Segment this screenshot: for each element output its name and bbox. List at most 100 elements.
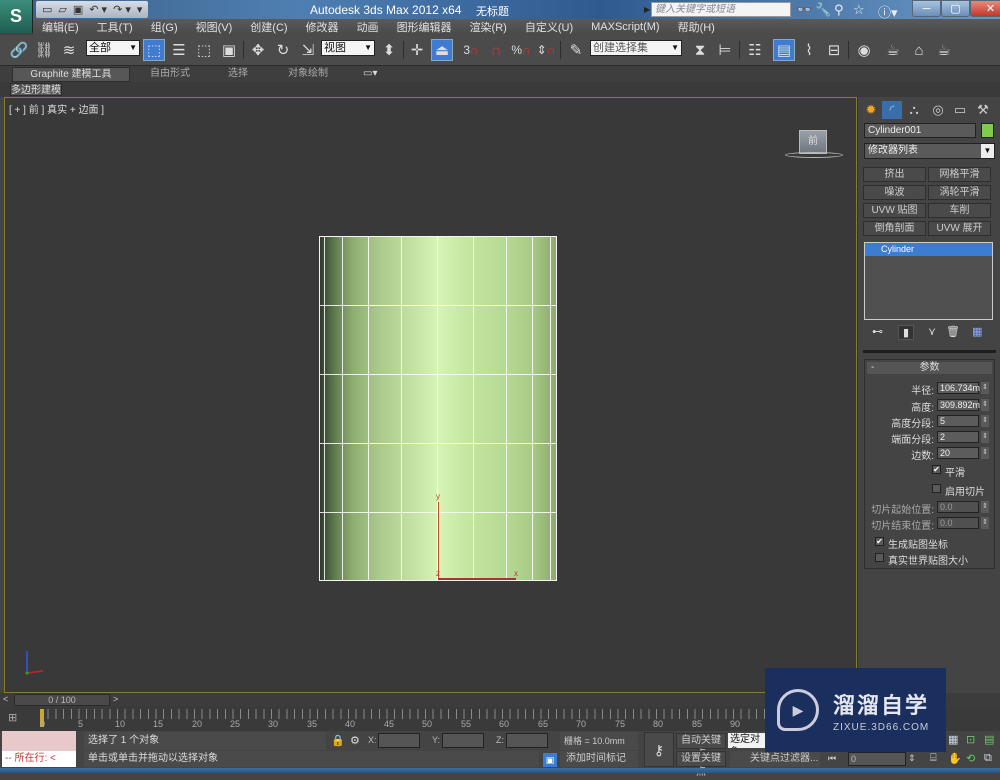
menu-rendering[interactable]: 渲染(R) xyxy=(470,19,507,35)
viewport-front[interactable]: [ + ] 前 ] 真实 + 边面 ] 前 y x z xyxy=(4,97,857,693)
render-production-icon[interactable]: ☕ xyxy=(933,39,955,61)
motion-tab-icon[interactable]: ◎ xyxy=(928,101,948,119)
reference-coordinate-dropdown[interactable]: 视图 ▼ xyxy=(321,40,375,56)
set-key-button[interactable]: 设置关键点 xyxy=(676,751,726,778)
x-coord-input[interactable] xyxy=(378,733,420,748)
create-tab-icon[interactable]: ✹ xyxy=(861,101,881,119)
link-icon[interactable]: 🔗 xyxy=(8,39,30,61)
mirror-icon[interactable]: ⧗ xyxy=(689,39,711,61)
open-file-icon[interactable]: ▱ xyxy=(58,3,66,16)
modifier-extrude-button[interactable]: 挤出 xyxy=(863,167,926,182)
viewport-label[interactable]: [ + ] 前 ] 真实 + 边面 ] xyxy=(9,101,104,116)
selection-filter-dropdown[interactable]: 全部 ▼ xyxy=(86,40,140,56)
app-logo-button[interactable]: S xyxy=(0,0,33,33)
tab-graphite-modeling[interactable]: Graphite 建模工具 xyxy=(12,67,130,82)
search-expand-icon[interactable]: ▶ xyxy=(644,5,650,14)
show-end-result-icon[interactable]: ▮ xyxy=(898,325,915,340)
customize-dropdown-icon[interactable]: ▾ xyxy=(137,3,143,16)
modifier-list-dropdown[interactable]: 修改器列表 ▼ xyxy=(864,143,995,159)
schematic-view-icon[interactable]: ⊟ xyxy=(823,39,845,61)
height-spinner[interactable]: ⇕ xyxy=(981,399,989,411)
rollout-header[interactable]: - 参数 xyxy=(867,362,992,374)
remove-modifier-icon[interactable]: 🗑 xyxy=(946,325,960,338)
next-frame-icon[interactable]: > xyxy=(113,694,118,704)
make-unique-icon[interactable]: ⋎ xyxy=(928,325,936,338)
modify-tab-icon[interactable]: ◜ xyxy=(882,101,902,119)
modifier-noise-button[interactable]: 噪波 xyxy=(863,185,926,200)
configure-modifier-sets-icon[interactable]: ▦ xyxy=(972,325,982,338)
zoom-extents-all-icon[interactable]: ▦ xyxy=(948,733,958,746)
height-segments-spinner[interactable]: ⇕ xyxy=(981,415,989,427)
menu-modifiers[interactable]: 修改器 xyxy=(306,19,339,35)
snaps-toggle-icon[interactable]: 3 ∩ xyxy=(460,39,482,61)
tab-object-paint[interactable]: 对象绘制 xyxy=(288,67,328,82)
bind-space-warp-icon[interactable]: ≋ xyxy=(58,39,80,61)
search-input[interactable]: 键入关键字或短语 xyxy=(651,2,791,17)
subtab-polygon-modeling[interactable]: 多边形建模 xyxy=(10,83,62,96)
time-tag-icon[interactable]: ▣ xyxy=(543,753,557,767)
slice-from-input[interactable]: 0.0 xyxy=(937,501,979,513)
curve-editor-icon[interactable]: ⌇ xyxy=(798,39,820,61)
binoculars-icon[interactable]: 👓 xyxy=(796,2,812,18)
stack-item-cylinder[interactable]: Cylinder xyxy=(865,243,992,256)
key-filters-button[interactable]: 关键点过滤器... xyxy=(730,751,820,767)
menu-views[interactable]: 视图(V) xyxy=(196,19,233,35)
tab-selection[interactable]: 选择 xyxy=(228,67,248,82)
close-button[interactable]: ✕ xyxy=(970,0,1000,17)
menu-edit[interactable]: 编辑(E) xyxy=(42,19,79,35)
frame-spinner[interactable]: ⇕ xyxy=(908,753,916,764)
undo-icon[interactable]: ↶ ▾ xyxy=(89,3,107,16)
go-to-start-icon[interactable]: ⏮ xyxy=(828,753,836,764)
menu-tools[interactable]: 工具(T) xyxy=(97,19,133,35)
selection-lock-icon[interactable]: 🔒 xyxy=(331,734,345,747)
spinner-snap-icon[interactable]: ⇕ ∩ xyxy=(535,39,557,61)
add-time-tag-button[interactable]: 添加时间标记 xyxy=(560,751,638,767)
slice-on-checkbox[interactable] xyxy=(932,484,941,493)
menu-graph-editors[interactable]: 图形编辑器 xyxy=(397,19,452,35)
scale-icon[interactable]: ⇲ xyxy=(297,39,319,61)
minimize-button[interactable]: ─ xyxy=(912,0,941,17)
display-tab-icon[interactable]: ▭ xyxy=(950,101,970,119)
angle-snap-icon[interactable]: ∩ xyxy=(485,39,507,61)
z-coord-input[interactable] xyxy=(506,733,548,748)
percent-snap-icon[interactable]: % ∩ xyxy=(510,39,532,61)
menu-customize[interactable]: 自定义(U) xyxy=(525,19,573,35)
cap-segments-input[interactable]: 2 xyxy=(937,431,979,443)
y-coord-input[interactable] xyxy=(442,733,484,748)
set-key-icon[interactable]: ⚷ xyxy=(644,732,674,767)
absolute-mode-icon[interactable]: ⚙ xyxy=(350,734,360,747)
orbit-icon[interactable]: ⟲ xyxy=(966,752,975,765)
new-file-icon[interactable]: ▭ xyxy=(42,3,52,16)
align-icon[interactable]: ⊨ xyxy=(714,39,736,61)
window-crossing-icon[interactable]: ▣ xyxy=(218,39,240,61)
maximize-viewport-icon[interactable]: ⧉ xyxy=(984,752,992,765)
zoom-all-icon[interactable]: ▤ xyxy=(984,733,994,746)
pan-view-icon[interactable]: ✋ xyxy=(948,752,962,765)
redo-icon[interactable]: ↷ ▾ xyxy=(113,3,131,16)
smooth-checkbox[interactable]: ✔ xyxy=(932,465,941,474)
slice-to-input[interactable]: 0.0 xyxy=(937,517,979,529)
modifier-turbosmooth-button[interactable]: 涡轮平滑 xyxy=(928,185,991,200)
pin-stack-icon[interactable]: ⊷ xyxy=(872,325,883,338)
named-selection-dropdown[interactable]: 创建选择集 ▼ xyxy=(590,40,682,56)
cylinder-object[interactable]: y x z xyxy=(319,236,557,581)
utilities-tab-icon[interactable]: ⚒ xyxy=(973,101,993,119)
star-icon[interactable]: ☆ xyxy=(853,2,865,18)
select-manipulate-icon[interactable]: ✛ xyxy=(406,39,428,61)
object-color-swatch[interactable] xyxy=(981,123,994,138)
menu-animation[interactable]: 动画 xyxy=(357,19,379,35)
radius-spinner[interactable]: ⇕ xyxy=(981,382,989,394)
unlink-icon[interactable]: ⛓ xyxy=(33,39,55,61)
key-object-dropdown[interactable]: 选定对象 xyxy=(728,733,768,748)
ribbon-options-icon[interactable]: ▭▾ xyxy=(363,67,377,82)
height-segments-input[interactable]: 5 xyxy=(937,415,979,427)
object-name-field[interactable]: Cylinder001 xyxy=(864,123,976,138)
menu-create[interactable]: 创建(C) xyxy=(250,19,287,35)
generate-mapping-checkbox[interactable]: ✔ xyxy=(875,537,884,546)
rotate-icon[interactable]: ↻ xyxy=(272,39,294,61)
material-editor-icon[interactable]: ◉ xyxy=(853,39,875,61)
maxscript-line[interactable]: -- 所在行: < xyxy=(2,751,76,767)
pivot-center-icon[interactable]: ⬍ xyxy=(378,39,400,61)
save-icon[interactable]: ▣ xyxy=(73,3,83,16)
menu-maxscript[interactable]: MAXScript(M) xyxy=(591,21,659,33)
